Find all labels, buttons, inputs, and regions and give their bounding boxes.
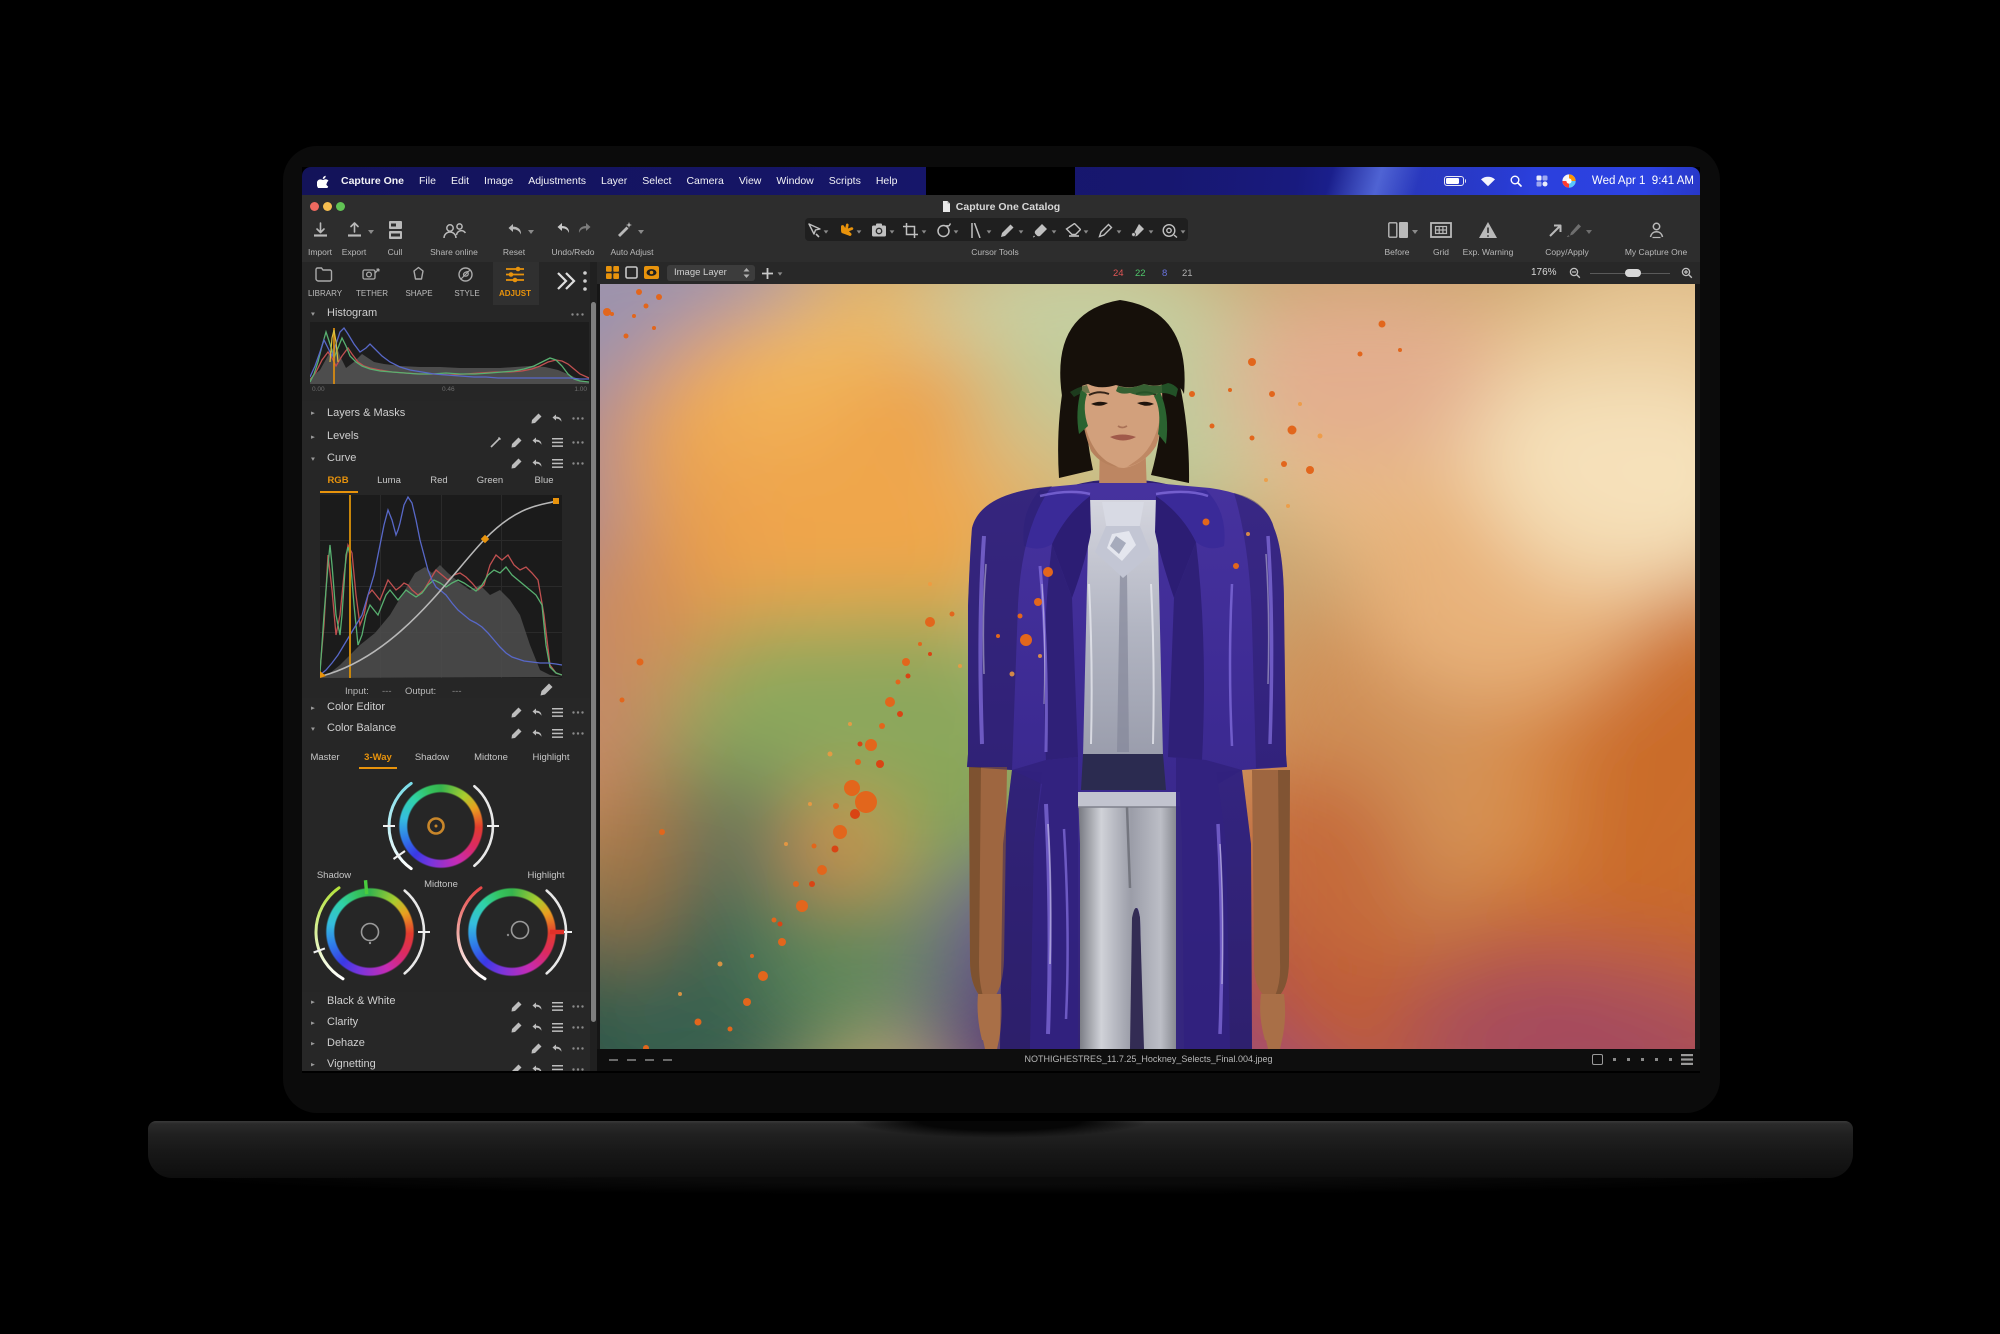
svg-text:Midtone: Midtone xyxy=(424,879,458,890)
svg-text:Shadow: Shadow xyxy=(317,870,351,881)
svg-text:Highlight: Highlight xyxy=(528,870,565,881)
